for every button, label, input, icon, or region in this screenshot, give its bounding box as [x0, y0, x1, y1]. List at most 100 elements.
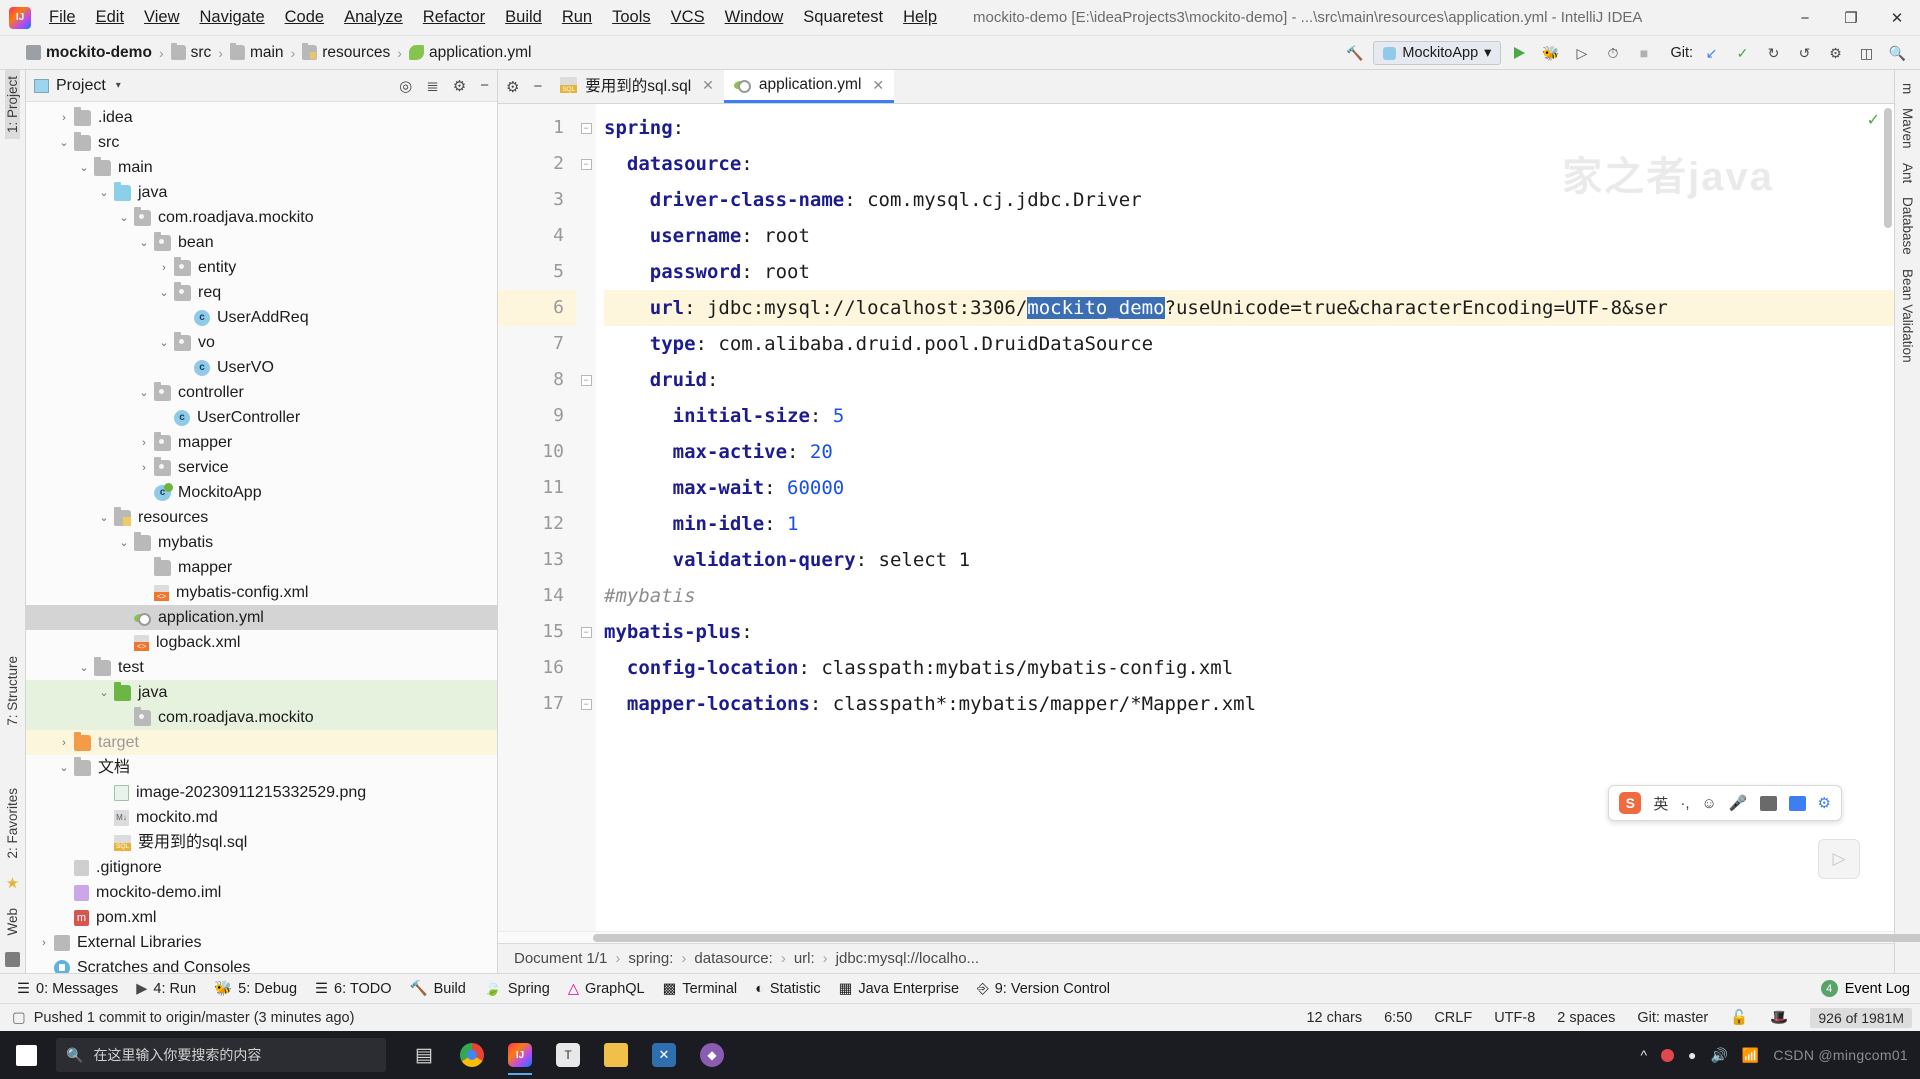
tree-node-controller[interactable]: ⌄ controller [26, 380, 497, 405]
tree-node-gitignore[interactable]: .gitignore [26, 855, 497, 880]
editor-tab-sql[interactable]: 要用到的sql.sql ✕ [550, 70, 724, 103]
chevron-right-icon[interactable]: › [136, 460, 152, 476]
tree-node-sql-sql[interactable]: 要用到的sql.sql [26, 830, 497, 855]
tree-node-[interactable]: ⌄ 文档 [26, 755, 497, 780]
tool-window-spring[interactable]: 🍃 Spring [475, 978, 559, 999]
search-everywhere-button[interactable]: 🔍 [1885, 41, 1910, 66]
line-number[interactable]: 13 [498, 542, 576, 578]
update-project-button[interactable]: ↙ [1699, 41, 1724, 66]
target-icon[interactable]: ◎ [399, 77, 412, 95]
task-view-icon[interactable]: ▤ [402, 1033, 446, 1077]
code-line[interactable]: max-wait: 60000 [604, 470, 1894, 506]
tree-node-application-yml[interactable]: application.yml [26, 605, 497, 630]
line-number[interactable]: 17 [498, 686, 576, 722]
line-number[interactable]: 2 [498, 146, 576, 182]
line-number[interactable]: 14 [498, 578, 576, 614]
code-editor[interactable]: 1 2 3 4 5 6 7 8 9 10 11 12 13 14 15 16 17 − − − − − spring: … [498, 104, 1894, 931]
tree-node-external-libraries[interactable]: › External Libraries [26, 930, 497, 955]
settings-gear-icon[interactable]: ⚙ [453, 77, 466, 95]
commit-button[interactable]: ✓ [1730, 41, 1755, 66]
line-number[interactable]: 8 [498, 362, 576, 398]
chevron-down-icon[interactable]: ⌄ [56, 135, 72, 151]
tool-window-terminal[interactable]: ▩ Terminal [654, 979, 747, 999]
line-number[interactable]: 1 [498, 110, 576, 146]
settings-gear-icon[interactable]: ⚙ [506, 78, 519, 96]
inspection-status-icon[interactable]: ✓ [1867, 110, 1880, 130]
fold-row[interactable]: − [576, 686, 596, 722]
status-indent[interactable]: 2 spaces [1557, 1010, 1615, 1026]
debug-button[interactable]: 🐝 [1538, 41, 1563, 66]
layout-button[interactable]: ◫ [1854, 41, 1879, 66]
ime-settings-icon[interactable]: ⚙ [1818, 794, 1831, 812]
breadcrumb-item-src[interactable]: src [170, 43, 211, 62]
code-line[interactable]: driver-class-name: com.mysql.cj.jdbc.Dri… [604, 182, 1894, 218]
menu-squaretest[interactable]: Squaretest [793, 5, 893, 30]
code-line[interactable]: min-idle: 1 [604, 506, 1894, 542]
fold-row[interactable] [576, 290, 596, 326]
history-button[interactable]: ↻ [1761, 41, 1786, 66]
unlocked-icon[interactable]: 🔓 [1730, 1009, 1748, 1026]
code-line[interactable]: username: root [604, 218, 1894, 254]
chevron-down-icon[interactable]: ⌄ [116, 535, 132, 551]
tree-node-java[interactable]: ⌄ java [26, 180, 497, 205]
menu-tools[interactable]: Tools [602, 5, 661, 30]
camera-icon[interactable]: ● [1688, 1047, 1696, 1063]
editor-vertical-scrollbar[interactable] [1882, 104, 1894, 931]
tree-node-mockito-md[interactable]: mockito.md [26, 805, 497, 830]
chrome-icon[interactable] [450, 1033, 494, 1077]
line-number[interactable]: 12 [498, 506, 576, 542]
fold-row[interactable] [576, 182, 596, 218]
tree-node-mapper[interactable]: › mapper [26, 430, 497, 455]
breadcrumb-item-main[interactable]: main [229, 43, 284, 62]
status-memory[interactable]: 926 of 1981M [1810, 1007, 1912, 1028]
navicat-icon[interactable]: ◆ [690, 1033, 734, 1077]
doc-crumb-2[interactable]: datasource: [694, 950, 772, 967]
build-hammer-icon[interactable]: 🔨 [1342, 41, 1367, 66]
chevron-up-icon[interactable]: ^ [1640, 1047, 1647, 1063]
tree-node-mybatis-config-xml[interactable]: mybatis-config.xml [26, 580, 497, 605]
file-explorer-icon[interactable] [594, 1033, 638, 1077]
line-number[interactable]: 3 [498, 182, 576, 218]
doc-crumb-0[interactable]: Document 1/1 [514, 950, 607, 967]
rollback-button[interactable]: ↺ [1792, 41, 1817, 66]
tree-node-bean[interactable]: ⌄ bean [26, 230, 497, 255]
tree-node-usercontroller[interactable]: c UserController [26, 405, 497, 430]
chevron-right-icon[interactable]: › [156, 260, 172, 276]
chevron-right-icon[interactable]: › [136, 435, 152, 451]
rail-item-project[interactable]: 1: Project [5, 70, 20, 140]
rail-item-structure[interactable]: 7: Structure [5, 650, 20, 732]
chevron-down-icon[interactable]: ⌄ [96, 510, 112, 526]
chevron-down-icon[interactable]: ⌄ [96, 185, 112, 201]
volume-icon[interactable]: 🔊 [1710, 1047, 1727, 1064]
scrollbar-thumb[interactable] [1884, 108, 1892, 228]
tree-node-pom-xml[interactable]: pom.xml [26, 905, 497, 930]
fold-row[interactable] [576, 578, 596, 614]
ime-mode-label[interactable]: 英 [1653, 793, 1668, 814]
tree-node-com-roadjava-mockito[interactable]: ⌄ com.roadjava.mockito [26, 205, 497, 230]
breadcrumb-item-project[interactable]: mockito-demo [26, 44, 152, 62]
menu-refactor[interactable]: Refactor [413, 5, 495, 30]
code-line[interactable]: druid: [604, 362, 1894, 398]
tool-window-java-enterprise[interactable]: ▦ Java Enterprise [830, 979, 968, 999]
fold-row[interactable] [576, 470, 596, 506]
code-line[interactable]: url: jdbc:mysql://localhost:3306/mockito… [604, 290, 1894, 326]
xshell-icon[interactable]: ✕ [642, 1033, 686, 1077]
tree-node-src[interactable]: ⌄ src [26, 130, 497, 155]
tree-node-useraddreq[interactable]: c UserAddReq [26, 305, 497, 330]
menu-view[interactable]: View [134, 5, 189, 30]
tool-window-todo[interactable]: ☰ 6: TODO [306, 979, 400, 999]
ime-punctuation-label[interactable]: ·, [1680, 795, 1689, 812]
fold-row[interactable] [576, 254, 596, 290]
line-number[interactable]: 7 [498, 326, 576, 362]
tree-node-image-20230911215332529-png[interactable]: image-20230911215332529.png [26, 780, 497, 805]
code-line[interactable]: #mybatis [604, 578, 1894, 614]
tool-window-build[interactable]: 🔨 Build [401, 978, 475, 999]
breadcrumb-item-file[interactable]: application.yml [408, 44, 532, 62]
breadcrumb-item-resources[interactable]: resources [302, 43, 390, 62]
web-tool-icon[interactable] [5, 952, 20, 967]
run-with-coverage-button[interactable]: ▷ [1569, 41, 1594, 66]
chevron-down-icon[interactable]: ⌄ [156, 335, 172, 351]
line-number[interactable]: 10 [498, 434, 576, 470]
chevron-down-icon[interactable]: ▾ [116, 80, 121, 91]
tree-node-mapper[interactable]: mapper [26, 555, 497, 580]
